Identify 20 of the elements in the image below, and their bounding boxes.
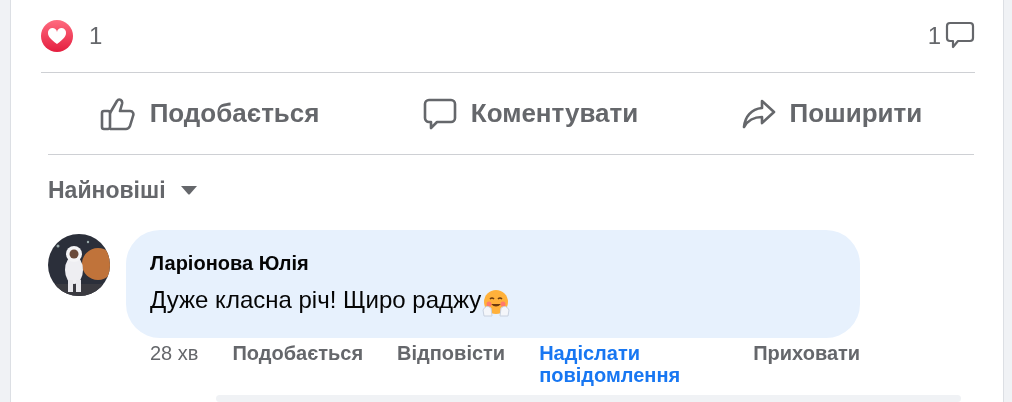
comment-count: 1 <box>927 21 941 51</box>
comment-action-link[interactable]: Відповісти <box>397 341 506 364</box>
thumbs-up-icon <box>99 96 136 131</box>
hugging-face-icon <box>481 287 512 318</box>
speech-bubble-icon <box>422 96 457 131</box>
comment-time: 28 хв <box>150 341 199 364</box>
comment-text: Дуже класна річ! Щиро раджу <box>150 284 482 315</box>
sort-dropdown[interactable]: Найновіші <box>48 173 198 208</box>
reaction-count: 1 <box>89 21 103 51</box>
caret-icon <box>179 185 198 196</box>
send-message-link[interactable]: Надіслати повідомлення <box>539 341 720 386</box>
share-arrow-icon <box>741 98 776 129</box>
comment-action-link[interactable]: Подобається <box>232 341 364 364</box>
comment-button[interactable]: Коментувати <box>412 88 649 139</box>
comment-action-link[interactable]: Приховати <box>753 341 861 364</box>
author-name[interactable]: Ларіонова Юлія <box>150 247 835 278</box>
like-button[interactable]: Подобається <box>89 88 330 139</box>
heart-reaction-icon[interactable] <box>41 20 73 52</box>
speech-bubble-icon <box>945 21 975 51</box>
share-button[interactable]: Поширити <box>731 88 933 139</box>
